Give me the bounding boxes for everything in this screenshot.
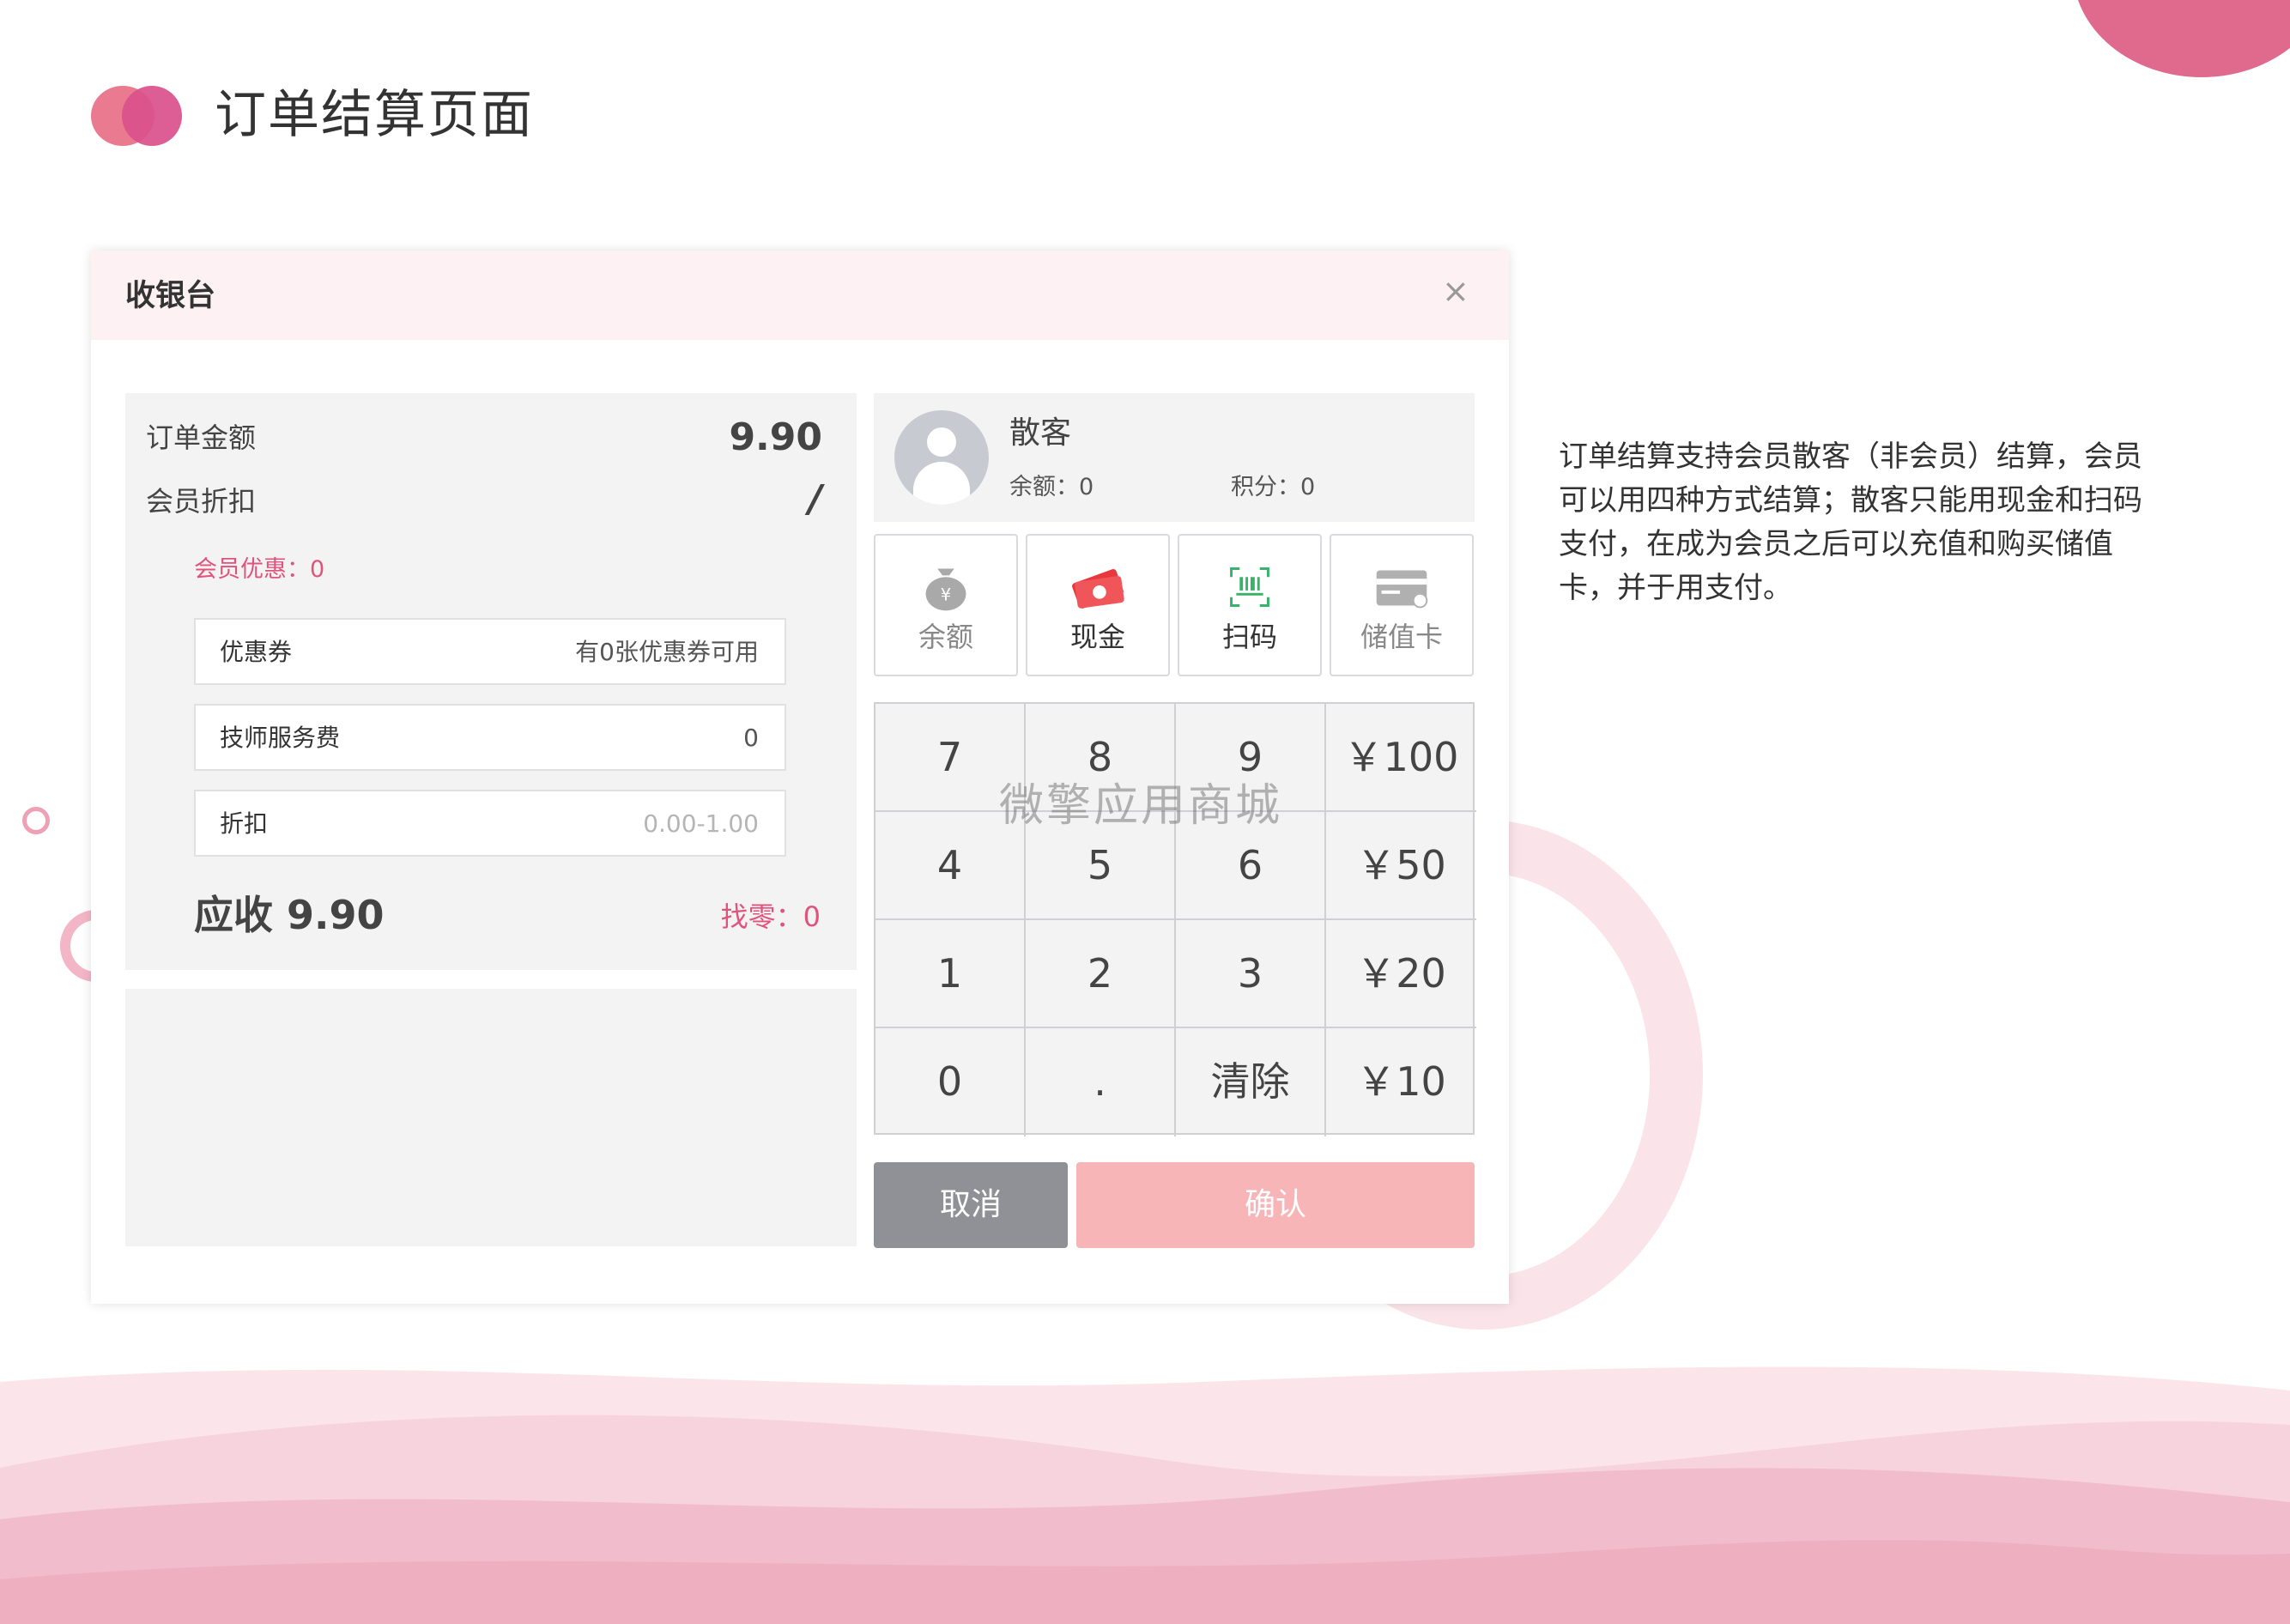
pay-method-label: 余额: [918, 621, 973, 653]
key-50[interactable]: ￥50: [1326, 812, 1476, 920]
coupon-field[interactable]: 优惠券 有0张优惠券可用: [194, 618, 786, 685]
svg-text:¥: ¥: [941, 585, 951, 605]
page-title: 订单结算页面: [215, 85, 534, 145]
order-amount-value: 9.90: [729, 415, 822, 459]
coupon-label: 优惠券: [220, 638, 293, 666]
discount-input[interactable]: 折扣 0.00-1.00: [194, 790, 786, 857]
key-1[interactable]: 1: [875, 920, 1026, 1028]
coupon-value: 有0张优惠券可用: [575, 638, 759, 666]
pay-method-label: 现金: [1069, 621, 1125, 653]
tech-fee-field[interactable]: 技师服务费 0: [194, 704, 786, 771]
avatar-head: [927, 427, 956, 457]
pay-method-cash-button[interactable]: 现金: [1026, 534, 1170, 676]
tech-fee-value: 0: [743, 724, 759, 752]
dialog-title: 收银台: [125, 279, 216, 313]
member-name: 散客: [1009, 415, 1072, 451]
key-2[interactable]: 2: [1026, 920, 1176, 1028]
member-discount-label: 会员折扣: [146, 485, 257, 518]
order-summary-panel: 订单金额 9.90 会员折扣 / 会员优惠：0 优惠券 有0张优惠券可用 技师服…: [125, 393, 857, 970]
pay-method-balance-button[interactable]: ¥ 余额: [874, 534, 1018, 676]
discount-label: 折扣: [220, 809, 269, 838]
receivable-amount: 应收 9.90: [194, 892, 385, 938]
avatar: [894, 410, 989, 505]
confirm-button[interactable]: 确认: [1076, 1162, 1475, 1248]
logo-dot: [122, 86, 182, 146]
discount-placeholder: 0.00-1.00: [643, 809, 759, 838]
close-icon[interactable]: ×: [1442, 270, 1469, 312]
watermark: 微擎应用商城: [999, 780, 1283, 832]
member-card[interactable]: 散客 余额：0 积分：0: [874, 393, 1475, 522]
member-discount-value: /: [808, 477, 822, 521]
pay-method-card-button[interactable]: 储值卡: [1330, 534, 1474, 676]
checkout-dialog: 收银台 × 订单金额 9.90 会员折扣 / 会员优惠：0 优惠券 有0张优惠券…: [91, 251, 1509, 1304]
key-20[interactable]: ￥20: [1326, 920, 1476, 1028]
key-10[interactable]: ￥10: [1326, 1028, 1476, 1136]
numeric-keypad: 7 8 9 ￥100 4 5 6 ￥50 1 2 3 ￥20 0 . 清除 ￥1…: [874, 702, 1476, 1136]
scan-code-icon: [1230, 567, 1269, 607]
order-amount-label: 订单金额: [146, 421, 257, 454]
member-points: 积分：0: [1231, 474, 1316, 500]
money-bag-icon: ¥: [925, 568, 966, 611]
left-bottom-panel: [125, 989, 857, 1246]
pay-method-scan-button[interactable]: 扫码: [1178, 534, 1322, 676]
key-clear[interactable]: 清除: [1176, 1028, 1326, 1136]
cancel-button[interactable]: 取消: [874, 1162, 1068, 1248]
key-0[interactable]: 0: [875, 1028, 1026, 1136]
change-amount: 找零：0: [720, 900, 821, 933]
member-balance: 余额：0: [1009, 474, 1094, 500]
dialog-header: 收银台 ×: [91, 251, 1509, 340]
stored-value-card-icon: [1376, 570, 1428, 609]
key-100[interactable]: ￥100: [1326, 704, 1476, 812]
decorative-waves: [0, 1366, 2290, 1624]
cash-icon: [1072, 569, 1124, 609]
avatar-body: [913, 462, 970, 505]
decorative-ring: [22, 807, 50, 834]
page-description: 订单结算支持会员散客（非会员）结算，会员可以用四种方式结算；散客只能用现金和扫码…: [1559, 439, 2142, 605]
pay-method-label: 扫码: [1221, 621, 1277, 653]
key-3[interactable]: 3: [1176, 920, 1326, 1028]
member-promo-text: 会员优惠：0: [194, 556, 325, 583]
key-dot[interactable]: .: [1026, 1028, 1176, 1136]
tech-fee-label: 技师服务费: [220, 724, 341, 752]
pay-method-label: 储值卡: [1360, 621, 1443, 653]
decorative-circle: [2073, 0, 2290, 77]
